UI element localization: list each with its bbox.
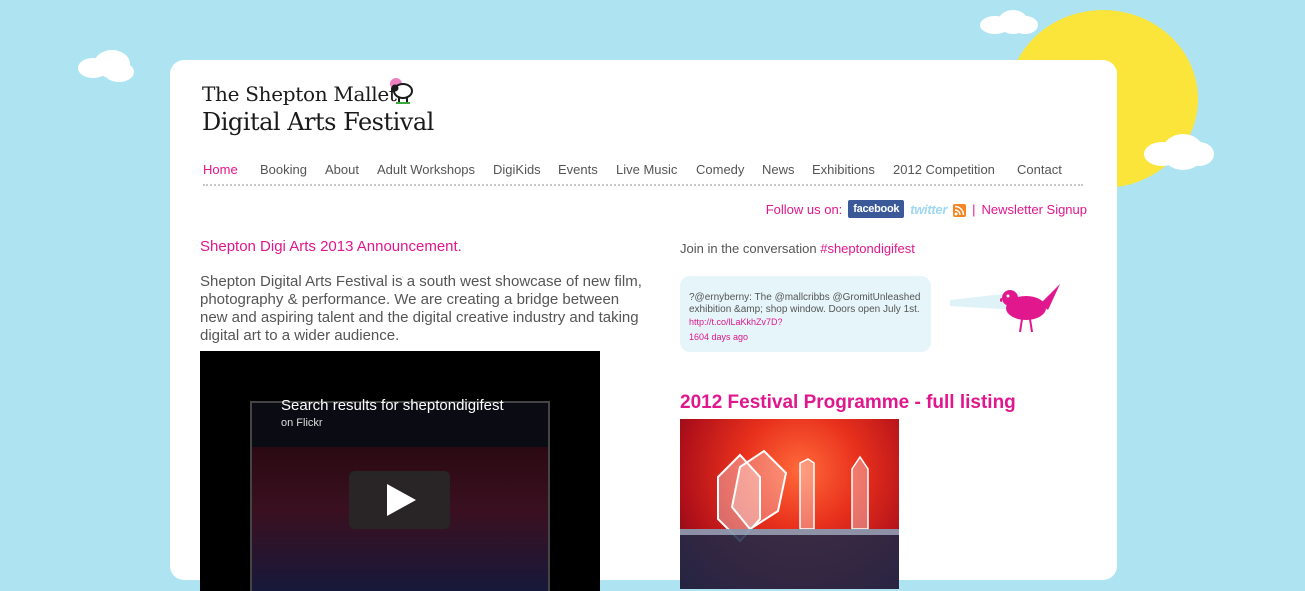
nav-adult-workshops[interactable]: Adult Workshops (377, 162, 475, 177)
nav-exhibitions[interactable]: Exhibitions (812, 162, 875, 177)
nav-contact[interactable]: Contact (1017, 162, 1062, 177)
logo-line-2: Digital Arts Festival (202, 108, 434, 136)
twitter-button[interactable]: twitter (910, 202, 947, 217)
tweet-text: ?@ernyberny: The @mallcribbs @GromitUnle… (689, 292, 921, 315)
nav-live-music[interactable]: Live Music (616, 162, 677, 177)
nav-2012-competition[interactable]: 2012 Competition (893, 162, 995, 177)
tweet-link[interactable]: http://t.co/lLaKkhZv7D? (689, 317, 783, 327)
nav-about[interactable]: About (325, 162, 359, 177)
awards-trophies-image (680, 449, 899, 589)
tweet-bubble: ?@ernyberny: The @mallcribbs @GromitUnle… (680, 276, 931, 352)
video-title[interactable]: Search results for sheptondigifest (281, 397, 504, 414)
video-subtitle: on Flickr (281, 417, 323, 429)
play-icon (387, 484, 416, 516)
bird-icon (1000, 284, 1060, 333)
social-follow: Follow us on: facebook twitter | Newslet… (766, 200, 1087, 218)
newsletter-signup-link[interactable]: Newsletter Signup (982, 202, 1088, 217)
twitter-join: Join in the conversation #sheptondigifes… (680, 241, 915, 256)
play-button[interactable] (349, 471, 450, 529)
nav-home[interactable]: Home (203, 162, 238, 177)
cloud-decoration (1144, 134, 1214, 174)
programme-title[interactable]: 2012 Festival Programme - full listing (680, 392, 1016, 414)
facebook-button[interactable]: facebook (848, 200, 905, 218)
nav-digikids[interactable]: DigiKids (493, 162, 541, 177)
flickr-video-player[interactable]: Search results for sheptondigifest on Fl… (200, 351, 600, 591)
nav-comedy[interactable]: Comedy (696, 162, 744, 177)
cloud-decoration (78, 50, 134, 82)
nav-news[interactable]: News (762, 162, 795, 177)
join-text: Join in the conversation (680, 241, 817, 256)
logo-line-1: The Shepton Mallet (202, 82, 397, 106)
tweet-text-block: ?@ernyberny: The @mallcribbs @GromitUnle… (689, 292, 945, 329)
festival-logo[interactable]: The Shepton Mallet Digital Arts Festival (202, 76, 434, 138)
follow-label: Follow us on: (765, 201, 843, 217)
sheep-icon (390, 78, 413, 104)
announcement-body: Shepton Digital Arts Festival is a south… (200, 273, 642, 344)
nav-booking[interactable]: Booking (260, 162, 307, 177)
cloud-decoration (980, 10, 1038, 36)
rss-icon[interactable] (953, 203, 967, 217)
follow-separator: | (972, 201, 976, 217)
programme-image[interactable] (680, 419, 899, 589)
hashtag-link[interactable]: #sheptondigifest (820, 241, 915, 256)
tweet-time[interactable]: 1604 days ago (689, 332, 748, 342)
main-panel: The Shepton Mallet Digital Arts Festival… (170, 60, 1117, 591)
main-nav: Home Booking About Adult Workshops DigiK… (203, 162, 1083, 182)
nav-events[interactable]: Events (558, 162, 598, 177)
nav-divider (203, 184, 1083, 186)
announcement-title[interactable]: Shepton Digi Arts 2013 Announcement. (200, 238, 462, 255)
